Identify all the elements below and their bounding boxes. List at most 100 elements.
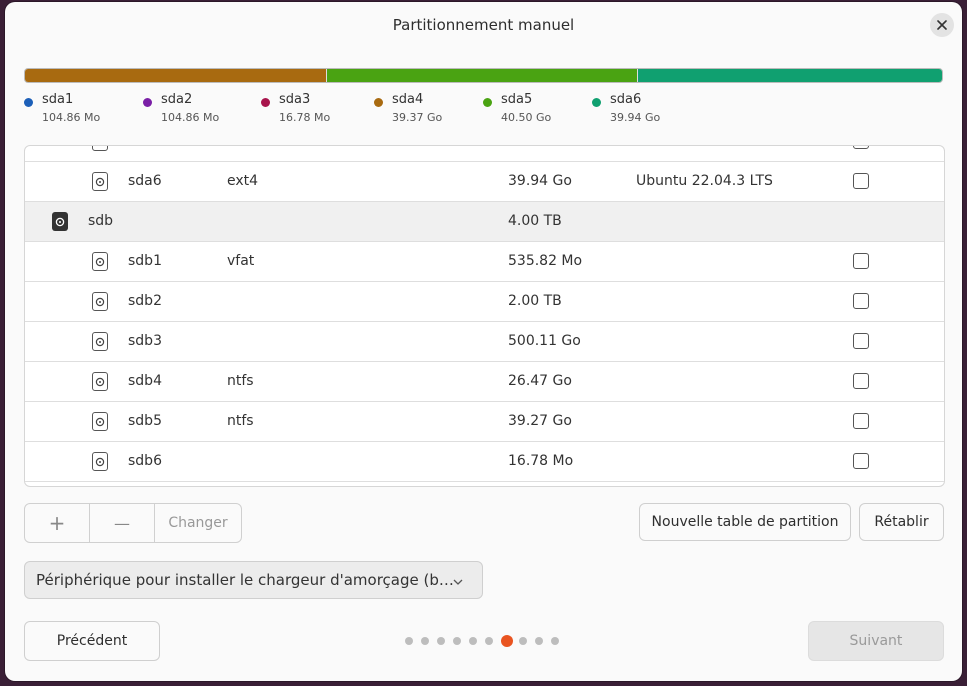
partition-row-sdb4[interactable]: sdb4 ntfs 26.47 Go	[25, 362, 944, 402]
partition-size: 16.78 Mo	[508, 453, 574, 469]
legend-dot	[261, 98, 270, 107]
partition-size: 4.00 TB	[508, 213, 562, 229]
new-partition-table-button[interactable]: Nouvelle table de partition	[639, 503, 851, 541]
partition-icon	[92, 412, 108, 431]
disk-icon	[52, 212, 68, 231]
step-dot	[405, 637, 413, 645]
partition-icon	[92, 332, 108, 351]
legend-name: sda4	[392, 92, 424, 107]
partition-row-sdb1[interactable]: sdb1 vfat 535.82 Mo	[25, 242, 944, 282]
device-name: sdb5	[128, 413, 162, 429]
remove-partition-button[interactable]: —	[90, 504, 155, 542]
format-checkbox[interactable]	[853, 413, 869, 429]
format-checkbox[interactable]	[853, 146, 869, 149]
format-checkbox[interactable]	[853, 293, 869, 309]
legend-size: 39.94 Go	[610, 111, 661, 124]
usage-segment-sda6	[637, 69, 942, 82]
partition-icon	[92, 292, 108, 311]
filesystem-type: ntfs	[227, 373, 254, 389]
format-checkbox[interactable]	[853, 453, 869, 469]
disk-row-sdb[interactable]: sdb 4.00 TB	[25, 202, 944, 242]
legend-dot	[592, 98, 601, 107]
partition-icon	[92, 146, 108, 151]
step-dot	[469, 637, 477, 645]
step-dot	[551, 637, 559, 645]
reset-button[interactable]: Rétablir	[859, 503, 944, 541]
step-dot	[485, 637, 493, 645]
new-partition-table-label: Nouvelle table de partition	[651, 514, 839, 530]
partition-icon	[92, 372, 108, 391]
minus-icon: —	[114, 513, 130, 533]
step-dot	[421, 637, 429, 645]
format-checkbox[interactable]	[853, 373, 869, 389]
step-dot	[437, 637, 445, 645]
format-checkbox[interactable]	[853, 333, 869, 349]
legend-size: 40.50 Go	[501, 111, 552, 124]
legend-name: sda6	[610, 92, 642, 107]
titlebar: Partitionnement manuel	[5, 2, 962, 48]
step-dot	[519, 637, 527, 645]
partition-row-sdb6[interactable]: sdb6 16.78 Mo	[25, 442, 944, 482]
legend-dot	[24, 98, 33, 107]
legend-name: sda3	[279, 92, 311, 107]
device-name: sdb4	[128, 373, 162, 389]
legend-dot	[483, 98, 492, 107]
partition-size: 26.47 Go	[508, 373, 572, 389]
next-label: Suivant	[849, 633, 903, 649]
filesystem-type: ntfs	[227, 413, 254, 429]
add-partition-button[interactable]: +	[25, 504, 90, 542]
close-button[interactable]	[930, 13, 954, 37]
previous-button[interactable]: Précédent	[24, 621, 160, 661]
table-row[interactable]	[25, 146, 944, 162]
legend-name: sda1	[42, 92, 74, 107]
partition-icon	[92, 252, 108, 271]
bootloader-device-select[interactable]: Périphérique pour installer le chargeur …	[24, 561, 483, 599]
close-icon	[937, 20, 947, 30]
device-name: sdb	[88, 213, 114, 229]
device-name: sdb6	[128, 453, 162, 469]
legend-dot	[143, 98, 152, 107]
bootloader-device-value: Périphérique pour installer le chargeur …	[36, 571, 456, 589]
step-dot	[453, 637, 461, 645]
chevron-down-icon	[453, 579, 463, 585]
legend-size: 39.37 Go	[392, 111, 443, 124]
next-button[interactable]: Suivant	[808, 621, 944, 661]
plus-icon: +	[48, 511, 66, 535]
format-checkbox[interactable]	[853, 173, 869, 189]
partition-legend: sda1 104.86 Mo sda2 104.86 Mo sda3 16.78 Mo sd…	[24, 90, 954, 130]
legend-size: 104.86 Mo	[42, 111, 101, 124]
partition-table[interactable]: sda6 ext4 39.94 Go Ubuntu 22.04.3 LTS sdb 4.0…	[24, 145, 945, 487]
change-partition-button[interactable]: Changer	[155, 504, 241, 542]
partition-row-sdb2[interactable]: sdb2 2.00 TB	[25, 282, 944, 322]
step-dot	[535, 637, 543, 645]
partition-size: 39.94 Go	[508, 173, 572, 189]
partition-size: 500.11 Go	[508, 333, 581, 349]
partition-toolbar: + — Changer	[24, 503, 242, 543]
change-label: Changer	[168, 515, 228, 531]
partition-size: 2.00 TB	[508, 293, 562, 309]
dialog-title: Partitionnement manuel	[392, 16, 575, 34]
partition-size: 535.82 Mo	[508, 253, 583, 269]
step-dot-active	[501, 635, 513, 647]
disk-usage-bar	[24, 68, 943, 83]
filesystem-type: vfat	[227, 253, 255, 269]
device-name: sdb2	[128, 293, 162, 309]
device-name: sda6	[128, 173, 162, 189]
legend-dot	[374, 98, 383, 107]
device-name: sdb3	[128, 333, 162, 349]
usage-segment-sda4	[25, 69, 327, 82]
partition-icon	[92, 172, 108, 191]
previous-label: Précédent	[56, 633, 128, 649]
device-name: sdb1	[128, 253, 162, 269]
format-checkbox[interactable]	[853, 253, 869, 269]
partition-icon	[92, 452, 108, 471]
legend-size: 104.86 Mo	[161, 111, 220, 124]
reset-label: Rétablir	[874, 514, 929, 530]
legend-size: 16.78 Mo	[279, 111, 331, 124]
manual-partitioning-dialog: Partitionnement manuel sda1 104.86 Mo sda2…	[5, 2, 962, 681]
partition-row-sdb5[interactable]: sdb5 ntfs 39.27 Go	[25, 402, 944, 442]
partition-size: 39.27 Go	[508, 413, 572, 429]
partition-row-sda6[interactable]: sda6 ext4 39.94 Go Ubuntu 22.04.3 LTS	[25, 162, 944, 202]
partition-row-sdb3[interactable]: sdb3 500.11 Go	[25, 322, 944, 362]
filesystem-type: ext4	[227, 173, 259, 189]
